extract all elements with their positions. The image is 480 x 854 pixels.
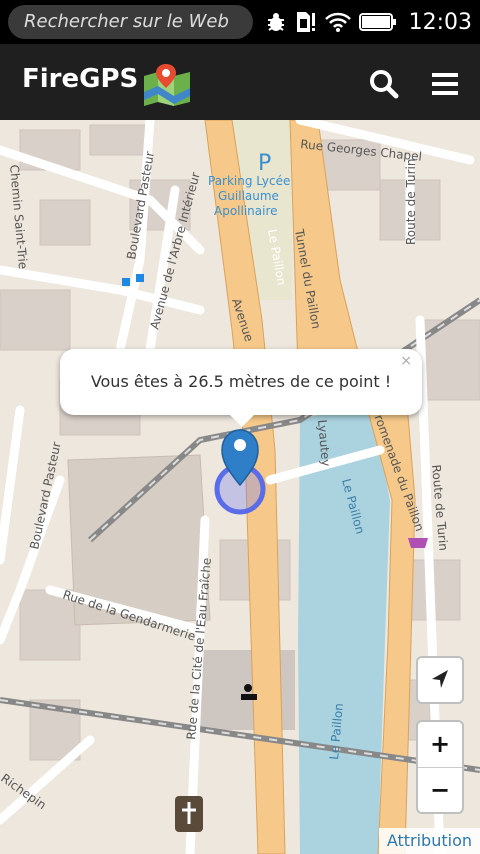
- shop-icon: [408, 538, 428, 548]
- status-icons: 12:03: [265, 6, 472, 38]
- menu-icon: [432, 73, 458, 95]
- app-title: FireGPS: [22, 64, 139, 94]
- popup-close-button[interactable]: ×: [400, 353, 412, 369]
- zoom-out-button[interactable]: −: [418, 768, 462, 813]
- web-search-bar[interactable]: Rechercher sur le Web: [8, 5, 253, 39]
- distance-popup: Vous êtes à 26.5 mètres de ce point ! ×: [60, 349, 422, 427]
- attribution-link[interactable]: Attribution: [378, 828, 480, 854]
- map-label-parking-2: Guillaume: [218, 189, 279, 203]
- map-tiles[interactable]: Rue Georges Chapel P Parking Lycée Guill…: [0, 120, 480, 854]
- church-icon: [175, 796, 203, 832]
- app-header: FireGPS: [0, 44, 480, 120]
- map-logo-icon: [140, 62, 194, 112]
- wifi-icon: [324, 11, 351, 33]
- zoom-in-button[interactable]: +: [418, 722, 462, 768]
- map-label-parking-p: P: [258, 151, 271, 176]
- search-button[interactable]: [364, 64, 404, 104]
- map-label-parking-3: Apollinaire: [214, 204, 278, 218]
- bug-icon: [265, 11, 287, 33]
- map-label-route-turin-top: Route de Turin: [404, 159, 418, 245]
- search-icon: [370, 70, 399, 99]
- popup-tip: [228, 413, 256, 427]
- zoom-control: + −: [416, 720, 464, 814]
- distance-message: Vous êtes à 26.5 mètres de ce point !: [90, 372, 392, 391]
- menu-button[interactable]: [426, 64, 466, 104]
- navigation-arrow-icon: [432, 670, 448, 688]
- battery-icon: [358, 12, 397, 32]
- locate-me-button[interactable]: [416, 656, 464, 704]
- sim-alert-icon: [295, 10, 317, 34]
- status-time: 12:03: [408, 9, 472, 35]
- map-view[interactable]: Rue Georges Chapel P Parking Lycée Guill…: [0, 120, 480, 854]
- status-bar: Rechercher sur le Web 12:03: [0, 0, 480, 44]
- map-label-parking-1: Parking Lycée: [208, 174, 290, 188]
